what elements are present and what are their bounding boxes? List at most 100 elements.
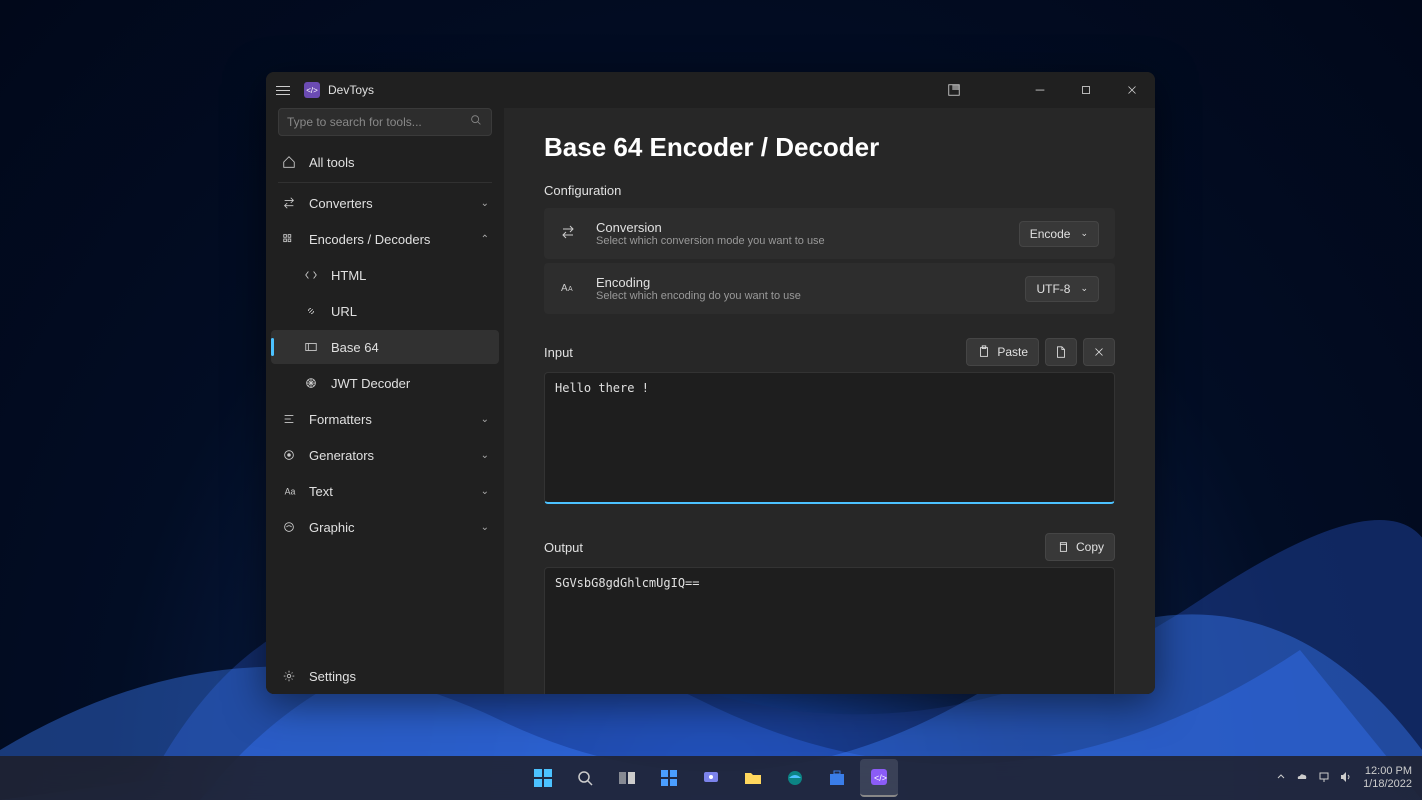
tray-onedrive-icon[interactable] [1295,770,1309,787]
start-button[interactable] [524,759,562,797]
nav-label: Settings [309,669,356,684]
tray-network-icon[interactable] [1317,770,1331,787]
nav-label: Encoders / Decoders [309,232,430,247]
page-title: Base 64 Encoder / Decoder [544,132,1115,163]
code-icon [303,267,319,283]
tray-date: 1/18/2022 [1363,778,1412,791]
converters-icon [281,195,297,211]
home-icon [281,154,297,170]
chevron-down-icon: ⌄ [481,198,489,209]
input-label: Input [544,345,573,360]
close-button[interactable] [1109,72,1155,108]
nav-label: Text [309,484,333,499]
taskbar-devtoys[interactable]: </> [860,759,898,797]
formatters-icon [281,411,297,427]
copy-label: Copy [1076,540,1104,554]
graphic-icon [281,519,297,535]
nav-all-tools[interactable]: All tools [271,145,499,179]
gear-icon [281,668,297,684]
paste-button[interactable]: Paste [966,338,1039,366]
nav-formatters[interactable]: Formatters ⌄ [271,402,499,436]
nav-label: Converters [309,196,373,211]
nav-url[interactable]: URL [271,294,499,328]
output-label: Output [544,540,583,555]
search-box[interactable] [278,108,492,136]
hamburger-menu-button[interactable] [276,80,296,100]
nav-text[interactable]: Aa Text ⌄ [271,474,499,508]
app-window: </> DevToys [266,72,1155,694]
nav-label: Base 64 [331,340,379,355]
taskbar-explorer[interactable] [734,759,772,797]
taskbar[interactable]: </> 12:00 PM 1/18/2022 [0,756,1422,800]
tray-time: 12:00 PM [1363,765,1412,778]
conversion-icon [560,224,580,243]
encoding-icon: AA [560,279,580,298]
jwt-icon [303,375,319,391]
nav-html[interactable]: HTML [271,258,499,292]
chevron-down-icon: ⌄ [481,450,489,461]
nav-label: URL [331,304,357,319]
config-title: Encoding [596,275,1025,290]
nav-label: Generators [309,448,374,463]
nav-label: Graphic [309,520,355,535]
nav-label: JWT Decoder [331,376,410,391]
taskbar-chat[interactable] [692,759,730,797]
config-encoding: AA Encoding Select which encoding do you… [544,263,1115,314]
svg-text:</>: </> [874,773,887,783]
nav-converters[interactable]: Converters ⌄ [271,186,499,220]
search-input[interactable] [287,115,469,129]
config-desc: Select which conversion mode you want to… [596,235,1019,247]
taskbar-edge[interactable] [776,759,814,797]
taskbar-search[interactable] [566,759,604,797]
tray-chevron-icon[interactable] [1275,771,1287,786]
chevron-down-icon: ⌄ [481,486,489,497]
generators-icon [281,447,297,463]
minimize-button[interactable] [1017,72,1063,108]
nav-encoders[interactable]: Encoders / Decoders ⌃ [271,222,499,256]
maximize-button[interactable] [1063,72,1109,108]
taskbar-widgets[interactable] [650,759,688,797]
conversion-select[interactable]: Encode ⌄ [1019,221,1099,247]
nav-graphic[interactable]: Graphic ⌄ [271,510,499,544]
nav-label: Formatters [309,412,372,427]
select-value: Encode [1030,227,1071,241]
chevron-up-icon: ⌃ [481,234,489,245]
system-tray[interactable]: 12:00 PM 1/18/2022 [1275,765,1412,791]
taskbar-task-view[interactable] [608,759,646,797]
nav-generators[interactable]: Generators ⌄ [271,438,499,472]
tray-volume-icon[interactable] [1339,770,1353,787]
chevron-down-icon: ⌄ [1080,283,1088,294]
titlebar[interactable]: </> DevToys [266,72,1155,108]
nav-label: All tools [309,155,355,170]
encoding-select[interactable]: UTF-8 ⌄ [1025,276,1099,302]
config-conversion: Conversion Select which conversion mode … [544,208,1115,259]
nav-label: HTML [331,268,366,283]
select-value: UTF-8 [1036,282,1070,296]
svg-text:A: A [568,286,573,293]
main-content: Base 64 Encoder / Decoder Configuration … [504,108,1155,694]
nav-settings[interactable]: Settings [271,659,499,693]
config-section-label: Configuration [544,183,1115,198]
app-icon: </> [304,82,320,98]
chevron-down-icon: ⌄ [481,414,489,425]
clear-button[interactable] [1083,338,1115,366]
input-textarea[interactable] [544,372,1115,504]
taskbar-store[interactable] [818,759,856,797]
compact-overlay-button[interactable] [931,72,977,108]
chevron-down-icon: ⌄ [1080,228,1088,239]
output-textarea[interactable] [544,567,1115,694]
search-icon [469,113,483,132]
base64-icon [303,339,319,355]
sidebar: All tools Converters ⌄ Encoders / Decode… [266,108,504,694]
nav-base64[interactable]: Base 64 [271,330,499,364]
open-file-button[interactable] [1045,338,1077,366]
link-icon [303,303,319,319]
config-desc: Select which encoding do you want to use [596,290,1025,302]
copy-button[interactable]: Copy [1045,533,1115,561]
config-title: Conversion [596,220,1019,235]
svg-text:Aa: Aa [285,487,296,497]
nav-jwt[interactable]: JWT Decoder [271,366,499,400]
svg-text:A: A [561,283,568,294]
paste-label: Paste [997,345,1028,359]
text-icon: Aa [281,483,297,499]
